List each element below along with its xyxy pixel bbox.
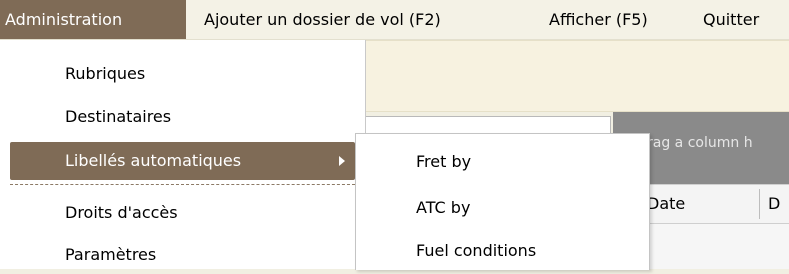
menu-afficher[interactable]: Afficher (F5) [549, 0, 648, 39]
menu-ajouter-dossier-label: Ajouter un dossier de vol (F2) [204, 10, 441, 29]
administration-dropdown: Rubriques Destinataires Libellés automat… [0, 40, 366, 269]
menu-separator [10, 184, 355, 185]
menu-quitter-label: Quitter [703, 10, 760, 29]
menu-administration-label: Administration [5, 10, 123, 29]
submenu-item-atc-by[interactable]: ATC by [356, 186, 649, 230]
column-separator[interactable] [759, 189, 760, 219]
group-by-hint: rag a column h [647, 135, 753, 151]
submenu-item-fret-by[interactable]: Fret by [356, 140, 649, 184]
submenu-arrow-icon [339, 156, 345, 166]
menu-quitter[interactable]: Quitter [703, 0, 759, 39]
column-header-d[interactable]: D [768, 185, 780, 223]
menu-item-droits-acces[interactable]: Droits d'accès [0, 194, 365, 232]
submenu-item-label: ATC by [416, 198, 471, 217]
submenu-item-label: Fret by [416, 152, 472, 171]
submenu-item-label: Fuel conditions [416, 241, 537, 260]
menu-item-label: Droits d'accès [65, 203, 178, 222]
menu-administration[interactable]: Administration [0, 0, 186, 39]
menu-item-label: Destinataires [65, 107, 172, 126]
submenu-item-fuel-conditions[interactable]: Fuel conditions [356, 229, 649, 273]
toolbar-strip [365, 40, 789, 112]
menu-item-label: Paramètres [65, 245, 157, 264]
menu-ajouter-dossier[interactable]: Ajouter un dossier de vol (F2) [204, 0, 441, 39]
menu-item-label: Libellés automatiques [65, 151, 242, 170]
menu-item-destinataires[interactable]: Destinataires [0, 98, 365, 136]
libelles-submenu: Fret by ATC by Fuel conditions [355, 133, 650, 270]
menu-item-label: Rubriques [65, 64, 146, 83]
menu-item-parametres[interactable]: Paramètres [0, 236, 365, 274]
column-header-date[interactable]: Date [647, 185, 685, 223]
menu-afficher-label: Afficher (F5) [549, 10, 648, 29]
menu-bar: Administration Ajouter un dossier de vol… [0, 0, 789, 40]
menu-item-libelles-automatiques[interactable]: Libellés automatiques [10, 142, 355, 180]
menu-item-rubriques[interactable]: Rubriques [0, 55, 365, 93]
